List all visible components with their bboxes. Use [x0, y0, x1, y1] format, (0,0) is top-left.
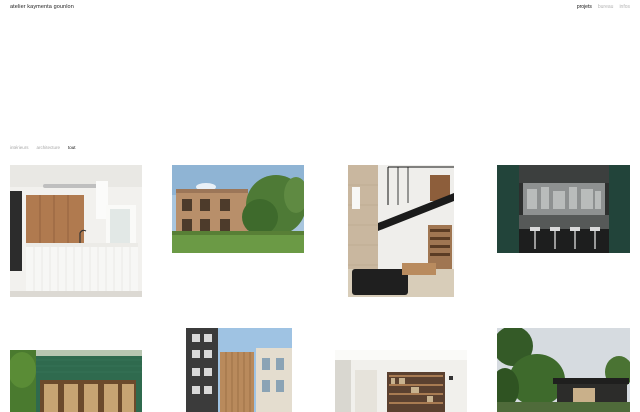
nav-office[interactable]: bureau [598, 4, 614, 10]
project-thumb-bookshelf[interactable] [335, 350, 467, 412]
project-thumb-loft[interactable] [348, 165, 454, 297]
project-thumb-dark-kitchen[interactable] [497, 165, 630, 253]
filter-interiors[interactable]: intérieurs [10, 145, 29, 150]
filter-architecture[interactable]: architecture [37, 145, 61, 150]
brand-logo[interactable]: atelier kaymenta gounlon [10, 4, 74, 10]
project-thumb-kitchen[interactable] [10, 165, 142, 297]
project-thumb-green-facade[interactable] [10, 350, 142, 412]
project-thumb-forest-house[interactable] [497, 328, 630, 412]
filter-all[interactable]: tout [68, 145, 76, 150]
main-nav: projets bureau infos [577, 4, 630, 10]
project-thumb-garden-house[interactable] [172, 165, 304, 253]
nav-projects[interactable]: projets [577, 4, 592, 10]
project-filters: intérieurs architecture tout [10, 145, 76, 150]
nav-info[interactable]: infos [619, 4, 630, 10]
project-thumb-townhouse[interactable] [186, 328, 292, 412]
